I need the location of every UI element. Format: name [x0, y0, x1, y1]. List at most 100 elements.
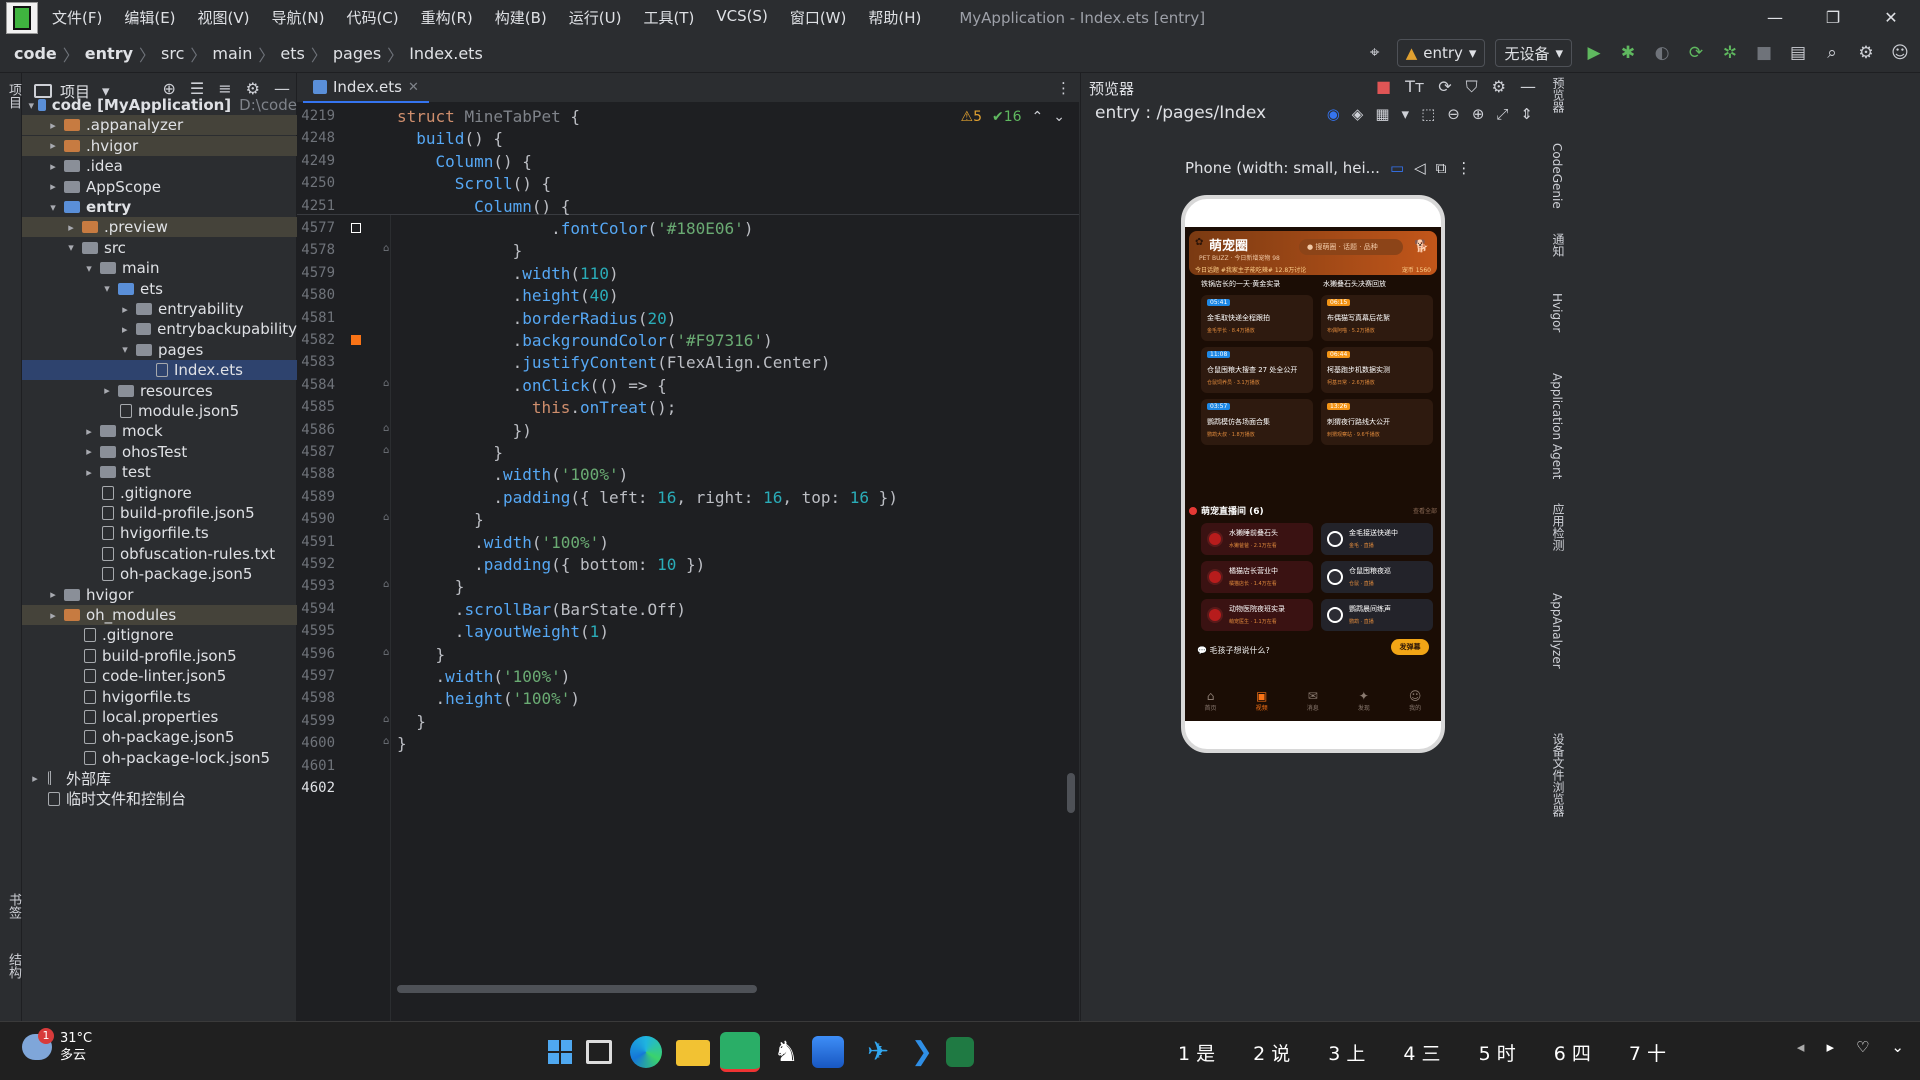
device-select[interactable]: 无设备 ▾	[1495, 39, 1572, 67]
phone-screen[interactable]: ✿ 萌宠圈 PET BUZZ · 今日新增宠物 98 ● 搜萌圈 · 话题 · …	[1185, 227, 1441, 721]
menu-item[interactable]: 导航(N)	[272, 7, 325, 28]
menu-item[interactable]: VCS(S)	[716, 7, 767, 28]
tree-expand-icon[interactable]: ▾	[100, 282, 114, 295]
tree-row[interactable]: oh-package-lock.json5	[22, 748, 297, 768]
tree-row[interactable]: hvigorfile.ts	[22, 523, 297, 543]
horizontal-scrollbar[interactable]	[397, 985, 757, 993]
live-room-card[interactable]: 鹦鹉晨间练声 鹦鹉 · 直播	[1321, 599, 1433, 631]
zoom-out-icon[interactable]: ⊖	[1447, 105, 1460, 123]
refresh-icon[interactable]: ⟳	[1438, 77, 1451, 97]
tree-row[interactable]: ▸ 外部库	[22, 768, 297, 788]
fold-icon[interactable]: ⌂	[383, 579, 389, 590]
profile-icon[interactable]: ◐	[1650, 41, 1674, 65]
tree-row[interactable]: ▸ entryability	[22, 299, 297, 319]
tree-row[interactable]: ▸ .appanalyzer	[22, 115, 297, 136]
gear-icon[interactable]: ⚙	[1492, 77, 1506, 97]
restore-button[interactable]: ❐	[1804, 0, 1862, 35]
code-editor[interactable]: 4577 4578 4579 4580 4581 4582 4583 4584 4585 4586…	[297, 103, 1079, 1021]
expand-icon[interactable]: ⌄	[1891, 1038, 1904, 1056]
video-card[interactable]: 03:57 鹦鹉模仿各场面合集 鹦鹉大叔 · 1.8万播放	[1201, 399, 1313, 445]
vscode-icon[interactable]: ❯	[902, 1032, 942, 1072]
start-windows-icon[interactable]	[540, 1032, 580, 1072]
excel-icon[interactable]	[946, 1037, 974, 1067]
font-size-icon[interactable]: Tт	[1405, 77, 1424, 97]
more-icon[interactable]: ⋮	[1456, 159, 1471, 177]
tree-expand-icon[interactable]: ▸	[82, 425, 96, 438]
tree-row[interactable]: ▸ AppScope	[22, 177, 297, 197]
right-tool-button[interactable]: 通知	[1550, 233, 1567, 257]
tree-expand-icon[interactable]: ▸	[46, 119, 60, 132]
menu-item[interactable]: 工具(T)	[643, 7, 694, 28]
attach-debugger-icon[interactable]: ✲	[1718, 41, 1742, 65]
task-view-icon[interactable]	[586, 1040, 612, 1064]
menu-item[interactable]: 文件(F)	[52, 7, 102, 28]
grid-icon[interactable]: ▦	[1375, 105, 1389, 123]
account-icon[interactable]: ☺	[1888, 41, 1912, 65]
tree-row[interactable]: obfuscation-rules.txt	[22, 544, 297, 564]
device-toggle-icon[interactable]: ▭	[1390, 159, 1404, 177]
close-button[interactable]: ✕	[1862, 0, 1920, 35]
tree-row[interactable]: build-profile.json5	[22, 503, 297, 523]
menu-item[interactable]: 编辑(E)	[124, 7, 175, 28]
fold-icon[interactable]: ⌂	[383, 243, 389, 254]
video-card[interactable]: 13:26 刺猬夜行路线大公开 刺猬观察站 · 9.6千播放	[1321, 399, 1433, 445]
fold-icon[interactable]: ⌂	[383, 378, 389, 389]
tree-row[interactable]: ▸ .preview	[22, 217, 297, 238]
app-tab-2[interactable]: ▣ 视频	[1256, 689, 1268, 721]
breadcrumb-item[interactable]: main	[212, 44, 252, 63]
tree-row[interactable]: ▸ ohosTest	[22, 442, 297, 462]
live-room-card[interactable]: 金毛接送快递中 金毛 · 直播	[1321, 523, 1433, 555]
menu-item[interactable]: 重构(R)	[421, 7, 473, 28]
tree-expand-icon[interactable]: ▸	[64, 221, 78, 234]
tree-row[interactable]: ▸ resources	[22, 381, 297, 401]
target-icon[interactable]: ⌖	[1363, 41, 1387, 65]
video-card[interactable]: 11:08 仓鼠囤粮大搜查 27 处全公开 仓鼠饲养员 · 3.1万播放	[1201, 347, 1313, 393]
fold-icon[interactable]: ⌂	[383, 647, 389, 658]
live-room-card[interactable]: 水獭睡前叠石头 水獭爸爸 · 2.1万在看	[1201, 523, 1313, 555]
top-item-1[interactable]: 铁锅店长的一天·黄金实录	[1201, 279, 1280, 289]
tree-row[interactable]: local.properties	[22, 707, 297, 727]
ask-text[interactable]: 💬 毛孩子想说什么?	[1197, 645, 1270, 656]
tree-row[interactable]: ▸ mock	[22, 421, 297, 441]
tree-expand-icon[interactable]: ▾	[64, 241, 78, 254]
crop-icon[interactable]: ⬚	[1421, 105, 1435, 123]
tree-expand-icon[interactable]: ▾	[82, 262, 96, 275]
tree-expand-icon[interactable]: ▸	[100, 384, 114, 397]
color-swatch-icon[interactable]	[351, 335, 361, 345]
device-name[interactable]: Phone (width: small, hei...	[1185, 159, 1380, 177]
tree-row[interactable]: ▸ .idea	[22, 156, 297, 176]
fold-icon[interactable]: ⌂	[383, 736, 389, 747]
right-tool-button[interactable]: 预览器	[1550, 77, 1567, 113]
fold-icon[interactable]: ⌂	[383, 512, 389, 523]
fit-icon[interactable]: ⤢	[1496, 105, 1508, 123]
menu-item[interactable]: 帮助(H)	[868, 7, 921, 28]
menu-item[interactable]: 构建(B)	[495, 7, 547, 28]
settings-gear-icon[interactable]: ⚙	[1854, 41, 1878, 65]
close-tab-icon[interactable]: ✕	[408, 80, 419, 95]
pet-avatar-icon[interactable]: 🐕	[1414, 239, 1429, 253]
ime-candidate[interactable]: 1 是	[1178, 1039, 1215, 1066]
fold-icon[interactable]: ⌂	[383, 445, 389, 456]
tree-row[interactable]: 临时文件和控制台	[22, 789, 297, 809]
store-icon[interactable]	[812, 1036, 844, 1068]
chevron-down-icon[interactable]: ⌄	[1053, 109, 1065, 125]
right-tool-button[interactable]: CodeGenie	[1550, 143, 1564, 209]
weather-widget[interactable]: 1 31°C 多云	[22, 1028, 92, 1064]
qq-icon[interactable]: ♞	[766, 1032, 806, 1072]
ime-candidate[interactable]: 5 时	[1479, 1039, 1516, 1066]
tree-row[interactable]: ▾ ets	[22, 279, 297, 299]
minimize-button[interactable]: —	[1746, 0, 1804, 35]
rotate-icon[interactable]: ⧉	[1436, 159, 1447, 177]
tree-row[interactable]: oh-package.json5	[22, 564, 297, 584]
tree-row[interactable]: ▾ main	[22, 258, 297, 278]
tree-expand-icon[interactable]: ▾	[118, 343, 132, 356]
ratio-icon[interactable]: ⇕	[1520, 105, 1533, 123]
tree-row[interactable]: ▸ .hvigor	[22, 135, 297, 156]
tree-row[interactable]: module.json5	[22, 401, 297, 421]
breadcrumb-item[interactable]: entry	[85, 44, 133, 63]
device-manager-icon[interactable]: ▤	[1786, 41, 1810, 65]
layers-icon[interactable]: ◈	[1352, 105, 1364, 123]
wechat-icon[interactable]	[720, 1032, 760, 1072]
inspection-widget[interactable]: ⚠5 ✔16 ⌃ ⌄	[961, 109, 1065, 125]
ime-candidate[interactable]: 6 四	[1554, 1039, 1591, 1066]
